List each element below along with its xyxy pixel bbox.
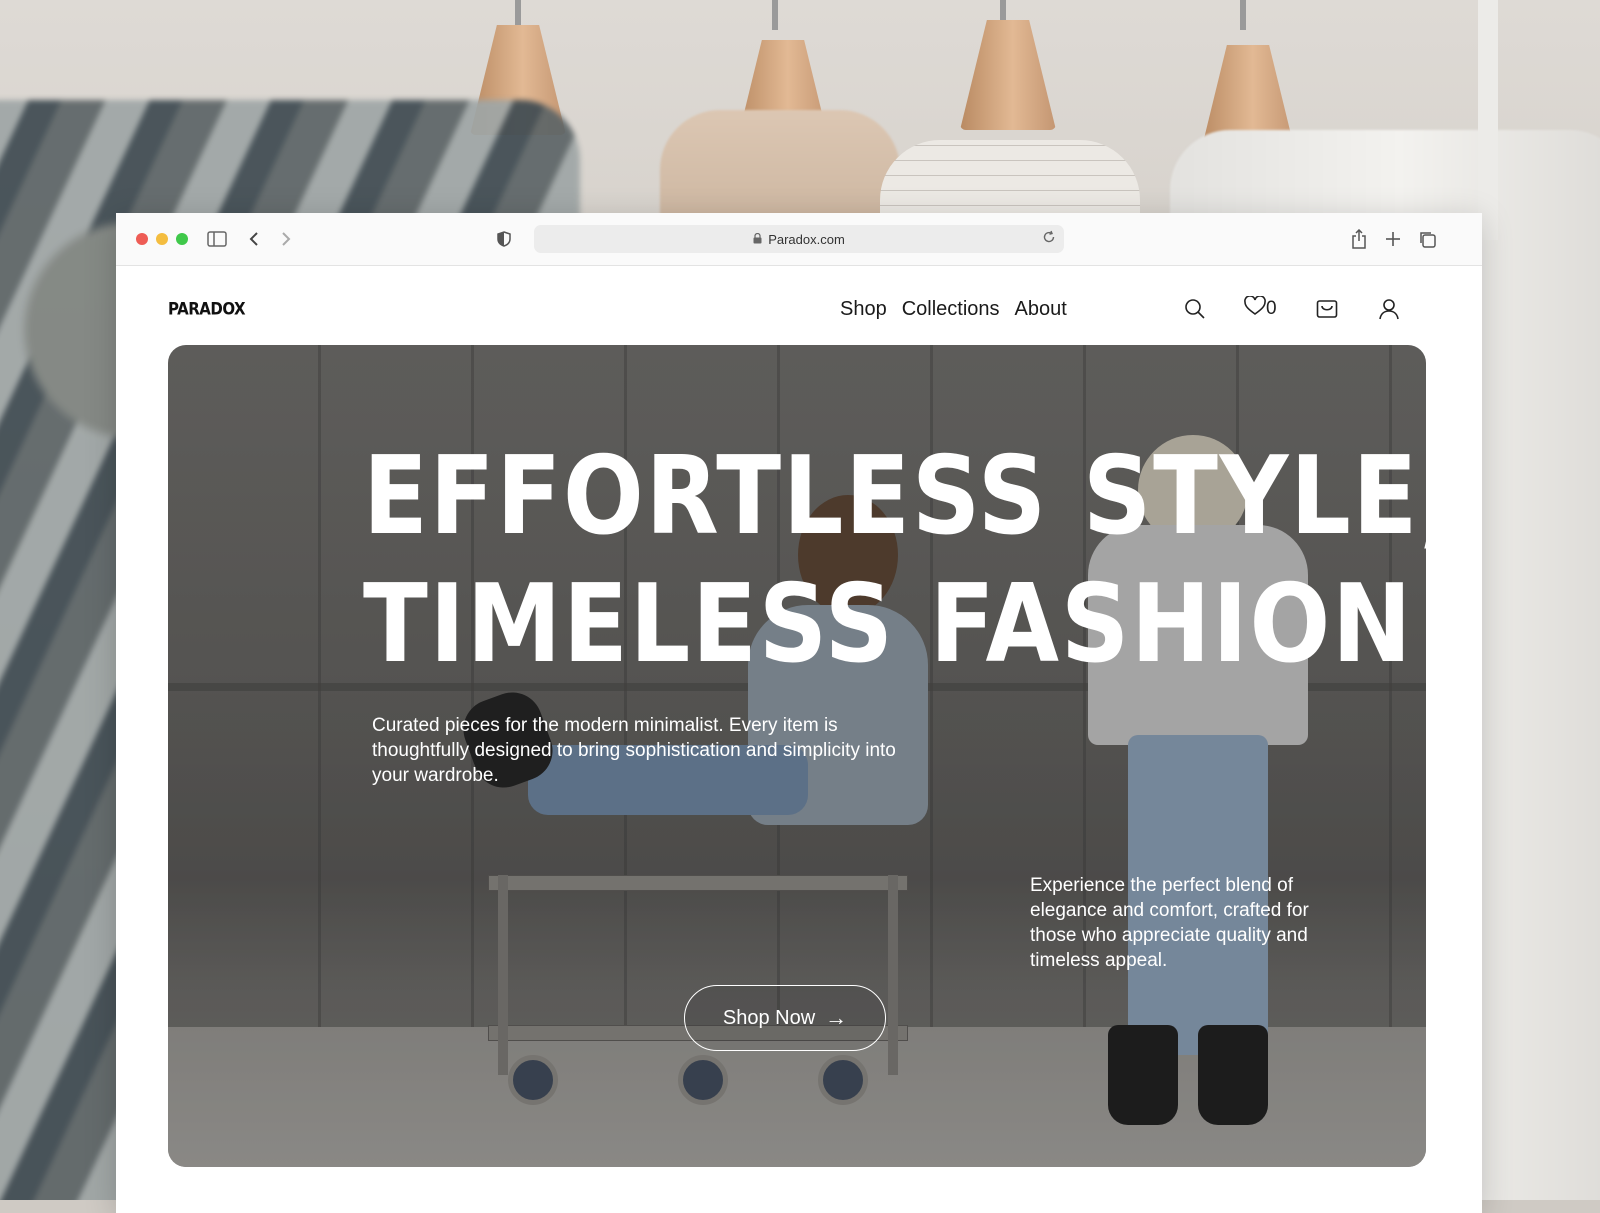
- wooden-hanger: [960, 20, 1056, 130]
- nav-shop[interactable]: Shop: [840, 298, 887, 321]
- hero-banner: EFFORTLESS STYLE, TIMELESS FASHION Curat…: [168, 345, 1426, 1167]
- brand-logo[interactable]: PARADOX: [168, 299, 246, 320]
- hero-headline: EFFORTLESS STYLE, TIMELESS FASHION: [363, 433, 1426, 689]
- arrow-right-icon: →: [825, 1005, 848, 1030]
- privacy-shield-icon[interactable]: [494, 227, 514, 251]
- rack-pole: [1478, 0, 1498, 240]
- hero-side-text: Experience the perfect blend of elegance…: [1030, 875, 1309, 971]
- nav-collections[interactable]: Collections: [902, 298, 1000, 321]
- share-icon[interactable]: [1348, 227, 1370, 251]
- headline-line-1: EFFORTLESS STYLE,: [363, 434, 1426, 559]
- hanger-hook: [1240, 0, 1246, 30]
- bag-icon[interactable]: [1316, 296, 1338, 322]
- minimize-window-button[interactable]: [156, 233, 168, 245]
- reload-icon[interactable]: [1042, 230, 1056, 247]
- new-tab-icon[interactable]: [1382, 227, 1404, 251]
- sidebar-toggle-icon[interactable]: [206, 227, 228, 251]
- zoom-window-button[interactable]: [176, 233, 188, 245]
- browser-window: Paradox.com PARADOX Shop Collections Abo…: [116, 213, 1482, 1213]
- headline-line-2: TIMELESS FASHION: [363, 562, 1414, 687]
- user-icon[interactable]: [1378, 296, 1400, 322]
- address-bar[interactable]: Paradox.com: [534, 225, 1064, 253]
- hanger-hook: [772, 0, 778, 30]
- hero-lead-text: Curated pieces for the modern minimalist…: [372, 715, 896, 786]
- wishlist-button[interactable]: 0: [1244, 295, 1277, 322]
- site-header: PARADOX Shop Collections About 0: [116, 266, 1482, 346]
- shop-now-label: Shop Now: [722, 1006, 816, 1029]
- back-icon[interactable]: [244, 227, 264, 251]
- url-text: Paradox.com: [768, 231, 845, 247]
- tab-overview-icon[interactable]: [1416, 227, 1438, 251]
- browser-toolbar: Paradox.com: [116, 213, 1482, 266]
- close-window-button[interactable]: [136, 233, 148, 245]
- heart-icon: [1244, 295, 1266, 322]
- main-nav: Shop Collections About: [840, 298, 1067, 321]
- search-icon[interactable]: [1184, 296, 1206, 322]
- wishlist-count: 0: [1266, 298, 1277, 319]
- nav-about[interactable]: About: [1015, 298, 1067, 321]
- forward-icon[interactable]: [276, 227, 296, 251]
- shop-now-button[interactable]: Shop Now →: [684, 985, 886, 1051]
- lock-icon: [753, 232, 762, 247]
